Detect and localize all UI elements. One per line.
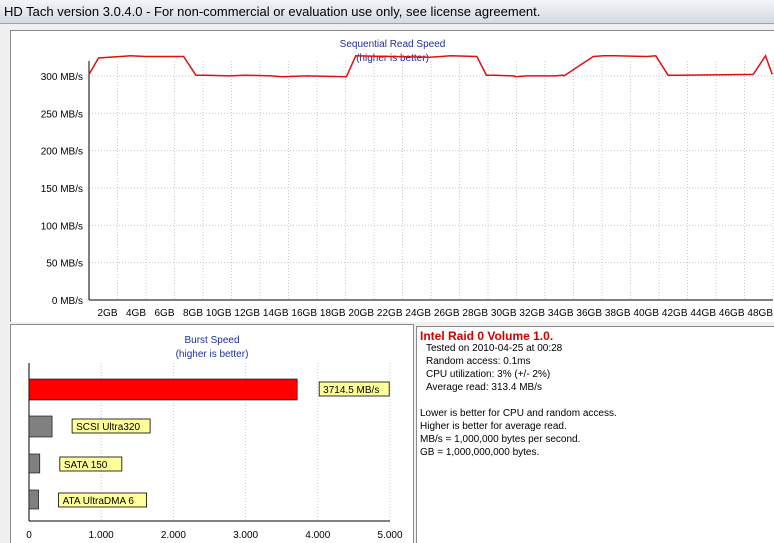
y-tick-label: 100 MB/s	[41, 221, 83, 232]
x-tick-label: 1.000	[89, 530, 114, 541]
note-gb-definition: GB = 1,000,000,000 bytes.	[420, 447, 540, 458]
bar-label: 3714.5 MB/s	[323, 385, 379, 396]
y-tick-label: 150 MB/s	[41, 184, 83, 195]
x-tick-label: 28GB	[462, 308, 488, 319]
x-tick-label: 6GB	[154, 308, 174, 319]
x-tick-label: 24GB	[405, 308, 431, 319]
bar-label: SCSI Ultra320	[76, 422, 140, 433]
x-tick-label: 48GB	[747, 308, 773, 319]
x-tick-label: 4.000	[305, 530, 330, 541]
x-tick-label: 12GB	[234, 308, 260, 319]
x-tick-label: 10GB	[206, 308, 232, 319]
title-bar[interactable]: HD Tach version 3.0.4.0 - For non-commer…	[0, 0, 774, 24]
x-tick-label: 34GB	[548, 308, 574, 319]
y-tick-label: 50 MB/s	[46, 259, 83, 270]
x-tick-label: 30GB	[491, 308, 517, 319]
x-tick-label: 0	[26, 530, 32, 541]
x-tick-label: 8GB	[183, 308, 203, 319]
info-random-access: Random access: 0.1ms	[426, 356, 531, 367]
burst-speed-panel: Burst Speed (higher is better) 0 1.000 2.0…	[10, 324, 414, 543]
x-tick-label: 40GB	[633, 308, 659, 319]
x-tick-label: 44GB	[690, 308, 716, 319]
note-lower-better: Lower is better for CPU and random acces…	[420, 408, 617, 419]
sequential-read-panel: Sequential Read Speed (higher is better)…	[10, 30, 774, 322]
x-tick-label: 36GB	[576, 308, 602, 319]
x-tick-label: 18GB	[320, 308, 346, 319]
info-average-read: Average read: 313.4 MB/s	[426, 382, 542, 393]
y-tick-label: 250 MB/s	[41, 109, 83, 120]
x-tick-label: 22GB	[377, 308, 403, 319]
x-tick-label: 2GB	[97, 308, 117, 319]
x-tick-label: 3.000	[233, 530, 258, 541]
x-tick-label: 2.000	[161, 530, 186, 541]
burst-bar	[28, 453, 41, 474]
drive-info-panel: Intel Raid 0 Volume 1.0. Tested on 2010-…	[416, 326, 774, 543]
burst-speed-chart: 0 1.000 2.000 3.000 4.000 5.000 3714.5 MB/s SCS…	[26, 363, 403, 541]
x-tick-label: 32GB	[519, 308, 545, 319]
bar-label: ATA UltraDMA 6	[63, 496, 135, 507]
x-tick-label: 38GB	[605, 308, 631, 319]
x-tick-label: 4GB	[126, 308, 146, 319]
burst-bar	[28, 415, 53, 438]
burst-bar	[28, 378, 298, 401]
x-tick-label: 42GB	[662, 308, 688, 319]
sequential-read-chart: 2GB 4GB 6GB 8GB 10GB 12GB 14GB 16GB 18GB 20GB 22GB…	[41, 54, 774, 319]
drive-name: Intel Raid 0 Volume 1.0.	[420, 329, 554, 343]
bar-label: SATA 150	[64, 460, 108, 471]
x-tick-label: 5.000	[377, 530, 402, 541]
x-tick-label: 26GB	[434, 308, 460, 319]
y-tick-label: 0 MB/s	[52, 296, 83, 307]
x-tick-label: 20GB	[348, 308, 374, 319]
info-tested-on: Tested on 2010-04-25 at 00:28	[426, 343, 563, 354]
y-tick-label: 200 MB/s	[41, 147, 83, 158]
x-tick-label: 14GB	[263, 308, 289, 319]
x-tick-label: 16GB	[291, 308, 317, 319]
info-cpu-utilization: CPU utilization: 3% (+/- 2%)	[426, 369, 551, 380]
burst-bar	[28, 489, 39, 510]
note-higher-better: Higher is better for average read.	[420, 421, 567, 432]
y-tick-label: 300 MB/s	[41, 72, 83, 83]
x-tick-label: 46GB	[719, 308, 745, 319]
note-mbs-definition: MB/s = 1,000,000 bytes per second.	[420, 434, 581, 445]
window-title: HD Tach version 3.0.4.0 - For non-commer…	[4, 4, 541, 19]
